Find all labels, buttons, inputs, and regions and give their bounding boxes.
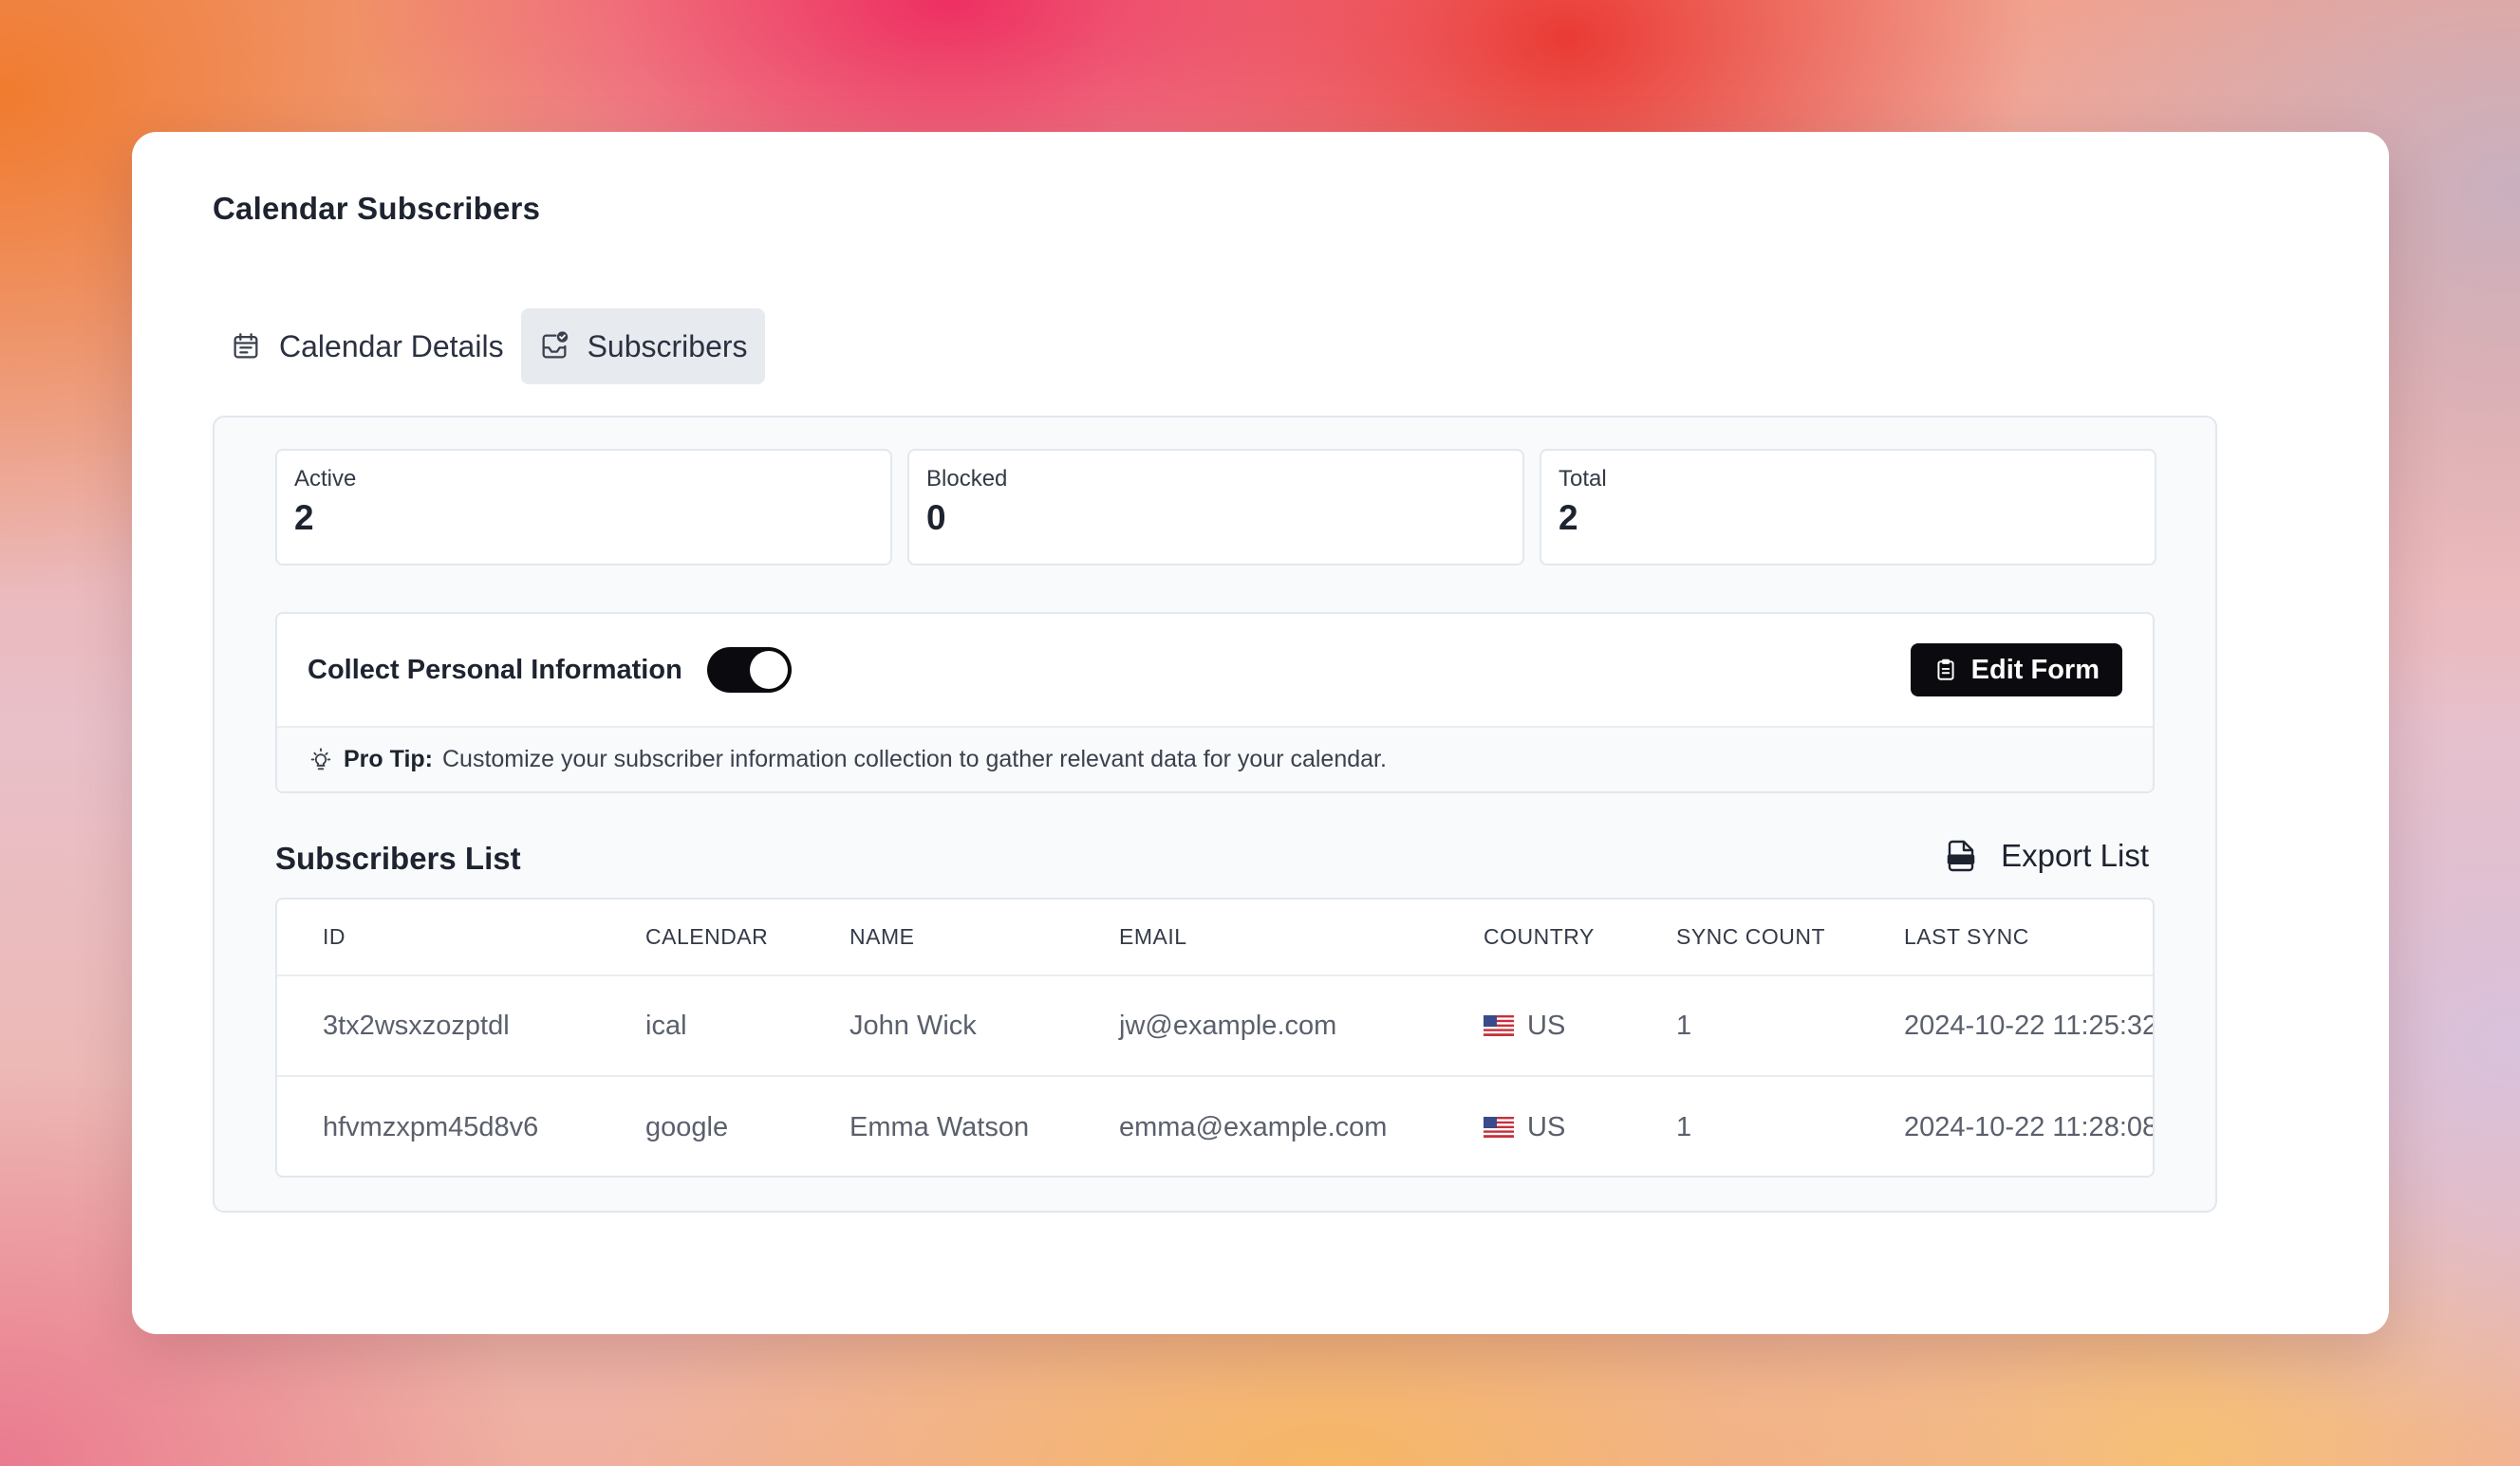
cell-last-sync: 2024-10-22 11:28:08 [1904,1111,2155,1142]
page-title: Calendar Subscribers [213,191,541,226]
edit-form-label: Edit Form [1970,654,2100,685]
table-row[interactable]: 3tx2wsxzozptdl ical John Wick jw@example… [277,976,2153,1077]
toggle-knob [749,651,788,689]
column-header-id[interactable]: ID [323,900,345,974]
us-flag-icon [1484,1117,1514,1138]
cell-id: hfvmzxpm45d8v6 [323,1111,539,1142]
column-header-country[interactable]: COUNTRY [1484,900,1595,974]
pro-tip-text: Customize your subscriber information co… [441,746,1387,772]
stat-label: Active [294,466,357,492]
stat-value: 2 [1559,498,1578,537]
column-header-calendar[interactable]: CALENDAR [645,900,768,974]
stat-value: 2 [294,498,314,537]
table-header-row: ID CALENDAR NAME EMAIL COUNTRY SYNC COUN… [277,900,2153,976]
column-header-last-sync[interactable]: LAST SYNC [1904,900,2029,974]
us-flag-icon [1484,1015,1514,1036]
collect-info-label: Collect Personal Information [308,654,682,685]
tab-calendar-details[interactable]: Calendar Details [213,308,521,384]
tab-subscribers[interactable]: Subscribers [520,308,765,384]
cell-sync-count: 1 [1676,1111,1692,1142]
column-header-name[interactable]: NAME [849,900,914,974]
tab-bar: Calendar Details Subscribers [213,308,765,384]
stat-active: Active 2 [275,449,892,566]
tab-label: Calendar Details [279,328,504,363]
subscribers-table: ID CALENDAR NAME EMAIL COUNTRY SYNC COUN… [275,898,2155,1178]
stat-label: Total [1559,466,1607,492]
csv-file-icon: CSV [1947,840,1975,872]
stat-blocked: Blocked 0 [907,449,1524,566]
calendar-icon [233,333,258,359]
cell-calendar: google [645,1111,729,1142]
stat-value: 0 [926,498,946,537]
clipboard-icon [1937,659,1954,680]
edit-form-button[interactable]: Edit Form [1910,643,2122,696]
collect-info-row: Collect Personal Information Edit Form [277,614,2153,728]
column-header-email[interactable]: EMAIL [1119,900,1187,974]
table-row[interactable]: hfvmzxpm45d8v6 google Emma Watson emma@e… [277,1077,2155,1176]
app-window: Calendar Subscribers Calendar Details Su… [132,132,2389,1334]
collect-info-card: Collect Personal Information Edit Form P… [275,612,2155,793]
subscribers-icon [542,331,568,359]
collect-info-toggle[interactable] [706,647,792,693]
export-list-button[interactable]: CSV Export List [1944,827,2149,884]
lightbulb-icon [310,747,331,770]
subscribers-panel: Active 2 Blocked 0 Total 2 Collect Perso… [213,416,2217,1213]
country-code: US [1527,1111,1566,1142]
pro-tip: Pro Tip: Customize your subscriber infor… [277,728,2153,791]
cell-country: US [1484,1077,1566,1176]
stat-total: Total 2 [1540,449,2156,566]
stat-label: Blocked [926,466,1008,492]
cell-sync-count: 1 [1676,1010,1692,1041]
column-header-sync-count[interactable]: SYNC COUNT [1676,900,1825,974]
cell-email: jw@example.com [1119,1010,1337,1041]
cell-id: 3tx2wsxzozptdl [323,1010,510,1041]
svg-text:CSV: CSV [1952,855,1970,864]
export-list-label: Export List [2001,838,2149,873]
tab-label: Subscribers [587,328,748,363]
cell-calendar: ical [645,1010,687,1041]
cell-last-sync: 2024-10-22 11:25:32 [1904,1010,2155,1041]
cell-name: John Wick [849,1010,977,1041]
cell-name: Emma Watson [849,1111,1030,1142]
cell-email: emma@example.com [1119,1111,1388,1142]
cell-country: US [1484,976,1565,1075]
subscribers-list-title: Subscribers List [275,841,521,876]
pro-tip-label: Pro Tip: [344,746,433,772]
country-code: US [1527,1010,1566,1041]
